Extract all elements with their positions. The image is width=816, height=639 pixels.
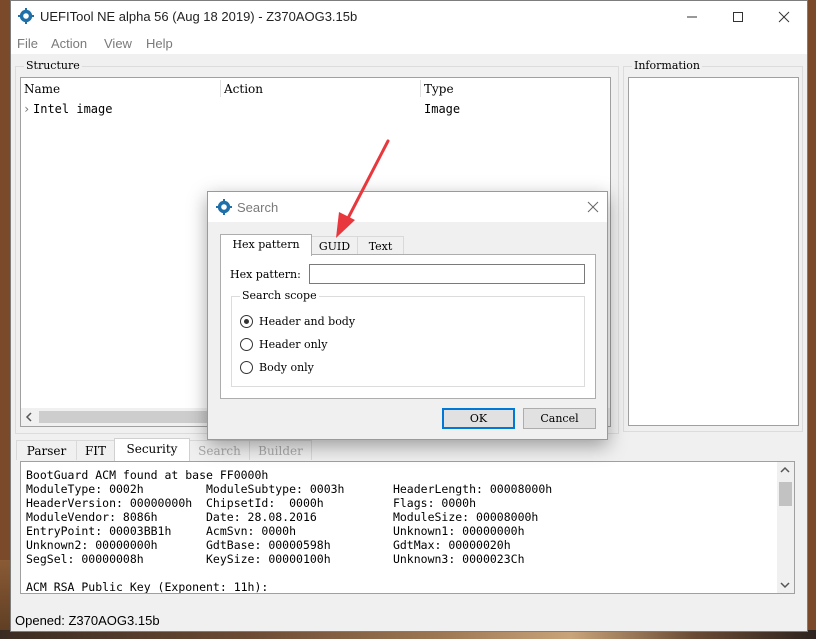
search-scope-group: Search scope Header and body Header only… — [231, 289, 585, 387]
ok-button[interactable]: OK — [442, 408, 515, 429]
scroll-left-icon[interactable] — [25, 412, 33, 422]
column-separator — [220, 80, 221, 97]
log-line: ModuleVendor: 8086h Date: 28.08.2016 Mod… — [26, 510, 539, 524]
menu-help[interactable]: Help — [146, 36, 173, 51]
vertical-scroll-thumb[interactable] — [779, 482, 792, 506]
log-line: ACM RSA Public Key (Exponent: 11h): — [26, 580, 269, 594]
dialog-close-icon[interactable] — [587, 201, 599, 213]
radio-selected-icon[interactable] — [240, 315, 253, 328]
radio-label: Body only — [259, 361, 314, 374]
tab-hex-pattern[interactable]: Hex pattern — [220, 234, 312, 256]
menu-view[interactable]: View — [104, 36, 132, 51]
search-dialog: Search Hex pattern GUID Text Hex pattern… — [207, 191, 608, 440]
log-line: ModuleType: 0002h ModuleSubtype: 0003h H… — [26, 482, 553, 496]
expand-chevron-icon[interactable]: › — [23, 102, 30, 116]
annotation-arrow-icon — [336, 139, 390, 238]
menu-file[interactable]: File — [17, 36, 38, 51]
tab-search: Search — [189, 440, 250, 460]
horizontal-scroll-thumb[interactable] — [39, 411, 219, 423]
radio-unselected-icon[interactable] — [240, 361, 253, 374]
hex-pattern-page: Hex pattern: Search scope Header and bod… — [220, 254, 596, 399]
column-separator — [420, 80, 421, 97]
vertical-scrollbar[interactable] — [777, 462, 794, 593]
tab-parser[interactable]: Parser — [16, 440, 77, 460]
tab-builder: Builder — [249, 440, 312, 460]
log-line: HeaderVersion: 00000000h ChipsetId: 0000… — [26, 496, 477, 510]
close-icon — [778, 11, 790, 23]
information-panel[interactable] — [628, 77, 799, 426]
log-line: SegSel: 00000008h KeySize: 00000100h Unk… — [26, 552, 525, 566]
hex-pattern-label: Hex pattern: — [230, 268, 301, 281]
close-button[interactable] — [761, 1, 807, 32]
structure-title: Structure — [24, 59, 82, 72]
hex-pattern-input[interactable] — [309, 264, 585, 284]
dialog-title: Search — [237, 200, 279, 215]
tree-header: Name Action Type — [21, 78, 610, 99]
window-title: UEFITool NE alpha 56 (Aug 18 2019) - Z37… — [40, 9, 358, 24]
maximize-button[interactable] — [715, 1, 761, 32]
minimize-button[interactable] — [669, 1, 715, 32]
title-bar[interactable]: UEFITool NE alpha 56 (Aug 18 2019) - Z37… — [11, 1, 807, 32]
tree-row-type: Image — [424, 102, 461, 116]
tab-fit[interactable]: FIT — [76, 440, 115, 460]
app-gear-icon — [18, 8, 34, 24]
log-line: Unknown2: 00000000h GdtBase: 00000598h G… — [26, 538, 511, 552]
cancel-button[interactable]: Cancel — [523, 408, 596, 429]
status-bar-text: Opened: Z370AOG3.15b — [15, 613, 160, 628]
tree-row-name[interactable]: Intel image — [33, 102, 112, 116]
column-name[interactable]: Name — [24, 82, 60, 96]
menu-action[interactable]: Action — [51, 36, 87, 51]
maximize-icon — [733, 12, 743, 22]
log-line: EntryPoint: 00003BB1h AcmSvn: 0000h Unkn… — [26, 524, 525, 538]
dialog-title-bar[interactable]: Search — [208, 192, 607, 222]
information-title: Information — [632, 59, 703, 72]
radio-unselected-icon[interactable] — [240, 338, 253, 351]
dialog-gear-icon — [216, 199, 232, 215]
column-action[interactable]: Action — [224, 82, 263, 96]
scroll-up-icon[interactable] — [780, 466, 790, 474]
log-line: BootGuard ACM found at base FF0000h — [26, 468, 269, 482]
scroll-down-icon[interactable] — [780, 581, 790, 589]
menu-bar: File Action View Help — [11, 32, 807, 54]
desktop-background — [0, 560, 10, 639]
search-scope-title: Search scope — [240, 289, 319, 302]
radio-label: Header only — [259, 338, 328, 351]
security-log[interactable]: BootGuard ACM found at base FF0000h Modu… — [20, 461, 795, 594]
minimize-icon — [687, 16, 697, 18]
column-type[interactable]: Type — [424, 82, 454, 96]
radio-label: Header and body — [259, 315, 356, 328]
tab-security[interactable]: Security — [114, 438, 190, 461]
